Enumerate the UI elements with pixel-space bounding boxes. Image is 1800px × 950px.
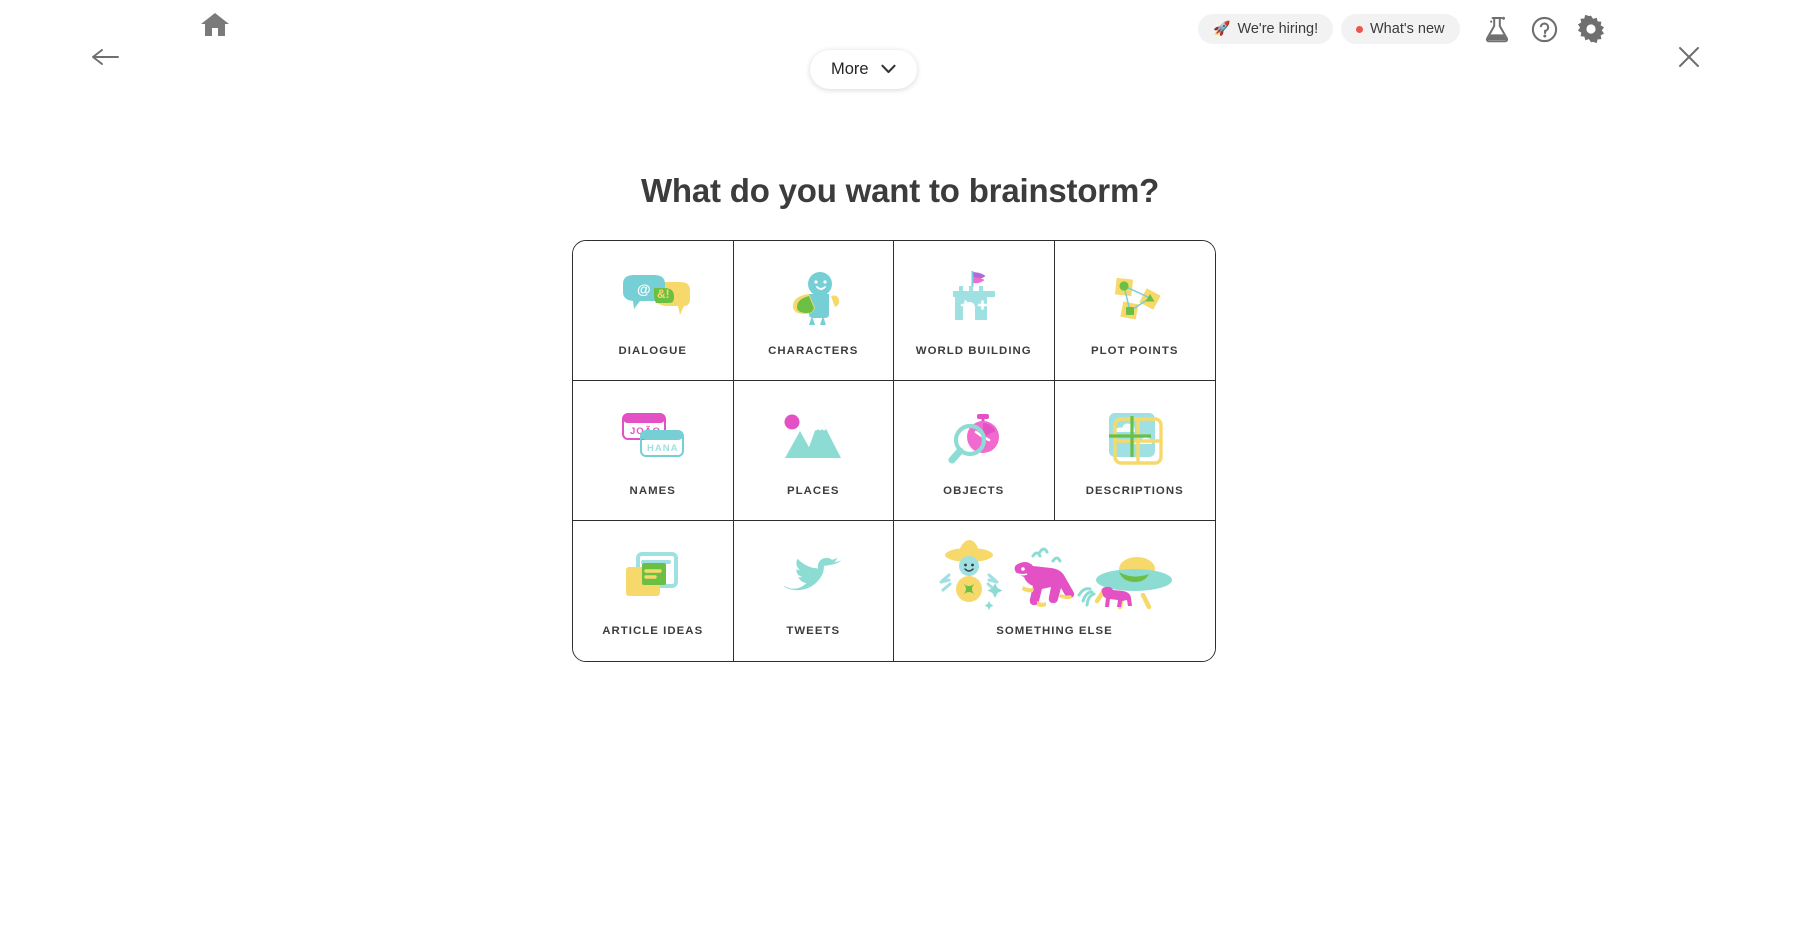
mountains-icon — [734, 399, 894, 477]
grid-cell-descriptions[interactable]: DESCRIPTIONS — [1054, 381, 1216, 521]
speech-bubbles-icon: @ &! — [573, 259, 733, 337]
question-circle-icon[interactable] — [1525, 10, 1563, 48]
grid-cell-dialogue[interactable]: @ &! DIALOGUE — [573, 241, 734, 381]
grid-cell-names[interactable]: JOÃO HANA NAMES — [573, 381, 734, 521]
rocket-icon: 🚀 — [1213, 20, 1231, 36]
character-figure-icon — [734, 259, 894, 337]
notification-dot-icon — [1356, 25, 1363, 33]
svg-text:&!: &! — [657, 287, 670, 301]
window-panes-icon — [1055, 399, 1216, 477]
more-button-label: More — [831, 60, 869, 78]
home-icon[interactable] — [197, 6, 233, 42]
grid-cell-something-else[interactable]: SOMETHING ELSE — [894, 521, 1215, 661]
grid-cell-label: WORLD BUILDING — [915, 345, 1032, 357]
grid-cell-label: DESCRIPTIONS — [1085, 485, 1184, 497]
bird-icon — [734, 539, 894, 617]
grid-cell-places[interactable]: PLACES — [733, 381, 894, 521]
grid-cell-label: NAMES — [629, 485, 676, 497]
were-hiring-label: We're hiring! — [1237, 21, 1319, 37]
grid-cell-tweets[interactable]: TWEETS — [733, 521, 894, 661]
grid-cell-label: ARTICLE IDEAS — [602, 625, 704, 637]
grid-cell-objects[interactable]: OBJECTS — [894, 381, 1055, 521]
svg-text:@: @ — [637, 281, 651, 297]
grid-cell-characters[interactable]: CHARACTERS — [733, 241, 894, 381]
grid-cell-label: PLACES — [786, 485, 840, 497]
castle-icon — [894, 259, 1054, 337]
grid-cell-label: TWEETS — [786, 625, 841, 637]
gear-icon[interactable] — [1572, 10, 1610, 48]
whats-new-pill[interactable]: What's new — [1341, 14, 1460, 44]
grid-cell-label: OBJECTS — [943, 485, 1005, 497]
were-hiring-pill[interactable]: 🚀 We're hiring! — [1198, 14, 1334, 44]
grid-cell-article-ideas[interactable]: ARTICLE IDEAS — [573, 521, 734, 661]
magnifier-stopwatch-icon — [894, 399, 1054, 477]
whats-new-label: What's new — [1370, 21, 1445, 37]
grid-cell-label: PLOT POINTS — [1091, 345, 1179, 357]
article-cards-icon — [573, 539, 733, 617]
connected-cards-icon — [1055, 259, 1216, 337]
grid-cell-label: DIALOGUE — [618, 345, 688, 357]
grid-cell-world-building[interactable]: WORLD BUILDING — [894, 241, 1055, 381]
more-button[interactable]: More — [810, 50, 917, 89]
chevron-down-icon — [881, 60, 896, 79]
flask-icon[interactable] — [1478, 10, 1516, 48]
brainstorm-options-grid: @ &! DIALOGUE CHARACTERS WORLD BUILDING … — [572, 240, 1216, 662]
svg-text:HANA: HANA — [647, 443, 678, 454]
wizard-dino-ufo-icon — [894, 539, 1215, 617]
grid-cell-label: CHARACTERS — [768, 345, 859, 357]
back-arrow-icon[interactable] — [85, 40, 125, 74]
grid-cell-plot-points[interactable]: PLOT POINTS — [1054, 241, 1216, 381]
page-title: What do you want to brainstorm? — [640, 172, 1160, 209]
name-tags-icon: JOÃO HANA — [573, 399, 733, 477]
grid-cell-label: SOMETHING ELSE — [996, 625, 1113, 637]
close-icon[interactable] — [1672, 40, 1706, 74]
brainstorm-screen: 🚀 We're hiring! What's new More What do … — [0, 0, 1800, 950]
